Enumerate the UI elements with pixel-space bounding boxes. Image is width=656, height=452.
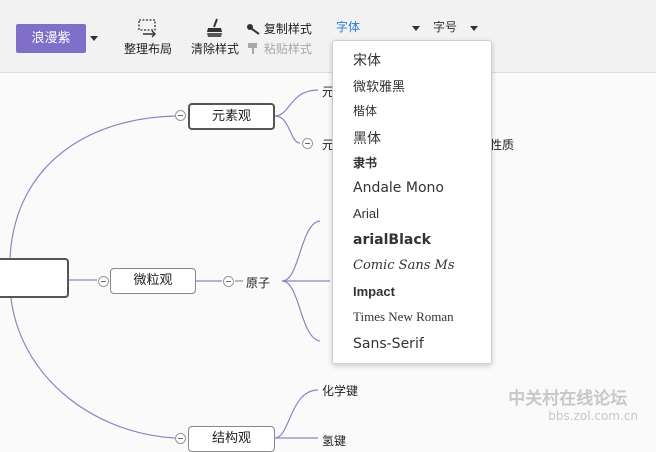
font-option-yahei[interactable]: 微软雅黑 [353,76,405,95]
paste-style-icon [248,43,257,54]
font-option-andale-mono[interactable]: Andale Mono [353,180,444,196]
node-yuansu[interactable]: 元素观 [188,103,275,130]
font-option-comic-sans[interactable]: Comic Sans Ms [353,258,455,273]
arrange-layout-button[interactable]: 整理布局 [122,18,174,57]
toolbar: 浪漫紫 整理布局 清除样式 复制样式 粘贴样式 字体 字号 [0,0,656,73]
theme-dropdown-caret-icon[interactable] [90,36,98,41]
clear-style-button[interactable]: 清除样式 [189,18,241,57]
node-jiegou[interactable]: 结构观 [188,426,275,452]
paste-style-label: 粘贴样式 [263,42,312,56]
copy-style-button[interactable]: 复制样式 [246,20,312,37]
watermark-title: 中关村在线论坛 [508,389,628,409]
paste-style-button[interactable]: 粘贴样式 [246,40,312,57]
font-option-times[interactable]: Times New Roman [353,309,454,325]
copy-style-icon [247,24,260,35]
theme-button[interactable]: 浪漫紫 [16,24,86,53]
clear-style-icon [207,18,222,37]
watermark: 中关村在线论坛 bbs.zol.com.cn [508,384,638,423]
font-option-kaiti[interactable]: 楷体 [353,102,377,119]
collapse-toggle-jiegou-icon[interactable] [175,433,186,444]
font-option-arial-black[interactable]: arialBlack [353,232,431,248]
collapse-toggle-yuansu-icon[interactable] [175,110,186,121]
watermark-url: bbs.zol.com.cn [548,409,638,423]
font-option-songti[interactable]: 宋体 [353,50,381,70]
font-family-select[interactable]: 字体 [336,18,360,35]
font-option-sans-serif[interactable]: Sans-Serif [353,336,424,352]
font-size-select[interactable]: 字号 [433,18,457,35]
node-weili[interactable]: 微粒观 [110,268,196,294]
font-option-impact[interactable]: Impact [353,284,395,299]
branch-huaxuejian[interactable]: 化学键 [322,382,358,399]
collapse-toggle-weili-icon[interactable] [98,276,109,287]
font-family-caret-icon[interactable] [412,26,420,31]
collapse-toggle-yuan-2-icon[interactable] [302,138,313,149]
font-option-heiti[interactable]: 黑体 [353,128,381,148]
branch-qingjian[interactable]: 氢键 [322,432,346,449]
font-size-caret-icon[interactable] [470,26,478,31]
font-option-lishu[interactable]: 隶书 [353,154,377,171]
collapse-toggle-yuanzi-icon[interactable] [223,276,234,287]
font-option-arial[interactable]: Arial [353,206,379,221]
arrange-layout-icon [138,19,156,38]
copy-style-label: 复制样式 [263,22,312,36]
branch-yuanzi[interactable]: 原子 [246,274,270,291]
clear-style-label: 清除样式 [190,42,239,56]
branch-xingzhi[interactable]: 性质 [490,136,514,153]
root-node[interactable] [0,258,69,298]
arrange-layout-label: 整理布局 [123,42,172,56]
font-family-dropdown: 宋体 微软雅黑 楷体 黑体 隶书 Andale Mono Arial arial… [332,40,492,364]
